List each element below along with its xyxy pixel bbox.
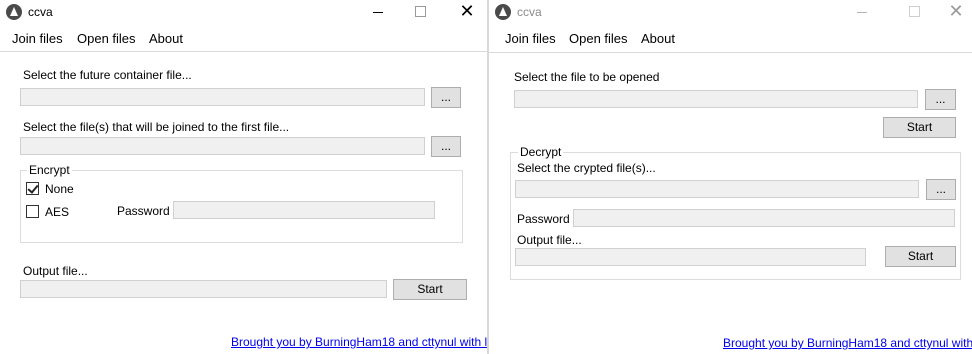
password-label: Password <box>517 212 570 226</box>
open-file-input[interactable] <box>514 90 918 108</box>
app-icon <box>495 4 511 20</box>
credits-link[interactable]: Brought you by BurningHam18 and cttynul … <box>723 336 972 350</box>
decrypt-legend: Decrypt <box>518 145 564 159</box>
menu-join-files[interactable]: Join files <box>505 31 556 46</box>
menu-about[interactable]: About <box>641 31 675 46</box>
join-files-input[interactable] <box>20 137 425 155</box>
none-checkbox[interactable] <box>26 182 39 195</box>
none-label: None <box>45 182 74 196</box>
container-file-label: Select the future container file... <box>23 68 192 82</box>
output-file-input[interactable] <box>20 280 387 298</box>
window-title: ccva <box>517 5 542 19</box>
password-input[interactable] <box>173 201 435 219</box>
browse-crypted-files-button[interactable]: ... <box>926 179 956 200</box>
maximize-button[interactable] <box>899 0 929 24</box>
open-files-window: ccva ✕ Join files Open files About Selec… <box>489 0 972 354</box>
start-button[interactable]: Start <box>393 279 467 300</box>
app-icon <box>6 4 22 20</box>
browse-open-file-button[interactable]: ... <box>925 89 956 110</box>
window-title: ccva <box>28 5 53 19</box>
menu-bar: Join files Open files About <box>0 26 487 50</box>
credits-link[interactable]: Brought you by BurningHam18 and cttynul … <box>231 335 487 349</box>
aes-label: AES <box>45 205 70 219</box>
crypted-files-input[interactable] <box>515 180 919 198</box>
menu-divider <box>489 52 972 53</box>
menu-bar: Join files Open files About <box>489 26 972 50</box>
menu-divider <box>0 51 487 52</box>
join-files-label: Select the file(s) that will be joined t… <box>23 120 290 134</box>
start-decrypt-button[interactable]: Start <box>885 246 956 267</box>
maximize-button[interactable] <box>405 0 435 24</box>
browse-join-files-button[interactable]: ... <box>431 136 461 157</box>
join-files-window: ccva ✕ Join files Open files About Selec… <box>0 0 487 354</box>
password-input[interactable] <box>573 209 955 227</box>
title-bar: ccva ✕ <box>489 0 972 26</box>
menu-join-files[interactable]: Join files <box>12 31 63 46</box>
start-open-button[interactable]: Start <box>883 117 956 138</box>
crypted-files-label: Select the crypted file(s)... <box>517 161 656 175</box>
menu-open-files[interactable]: Open files <box>77 31 136 46</box>
close-button[interactable]: ✕ <box>941 0 971 24</box>
open-file-label: Select the file to be opened <box>514 70 660 84</box>
title-bar: ccva ✕ <box>0 0 487 26</box>
browse-container-button[interactable]: ... <box>431 87 461 108</box>
minimize-button[interactable] <box>847 0 877 24</box>
output-file-input[interactable] <box>515 248 866 266</box>
close-button[interactable]: ✕ <box>452 0 482 24</box>
container-file-input[interactable] <box>20 88 425 106</box>
encrypt-legend: Encrypt <box>27 163 72 177</box>
menu-open-files[interactable]: Open files <box>569 31 628 46</box>
output-file-label: Output file... <box>23 264 88 278</box>
menu-about[interactable]: About <box>149 31 183 46</box>
minimize-button[interactable] <box>363 0 393 24</box>
aes-checkbox[interactable] <box>26 205 39 218</box>
output-file-label: Output file... <box>517 233 582 247</box>
password-label: Password <box>117 204 170 218</box>
